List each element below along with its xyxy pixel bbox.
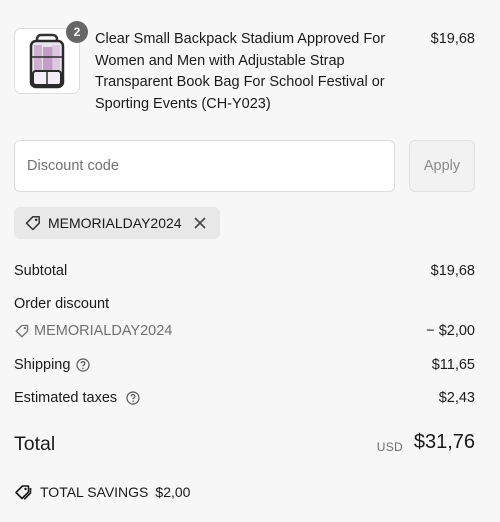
subtotal-label: Subtotal [14,263,68,279]
taxes-label: Estimated taxes [14,390,118,406]
total-savings: TOTAL SAVINGS $2,00 [14,483,190,501]
subtotal-value: $19,68 [430,263,475,279]
savings-value: $2,00 [155,484,191,500]
help-icon[interactable] [76,358,91,372]
remove-discount-icon[interactable] [192,215,208,231]
applied-discount-code: MEMORIALDAY2024 [48,215,182,231]
discount-code-input[interactable] [14,140,395,192]
order-discount-value: − $2,00 [426,323,475,339]
order-discount-label: Order discount [14,296,110,312]
total-currency: USD [376,440,403,454]
savings-label: TOTAL SAVINGS [40,484,149,500]
total-value: $31,76 [413,431,475,453]
tags-icon [14,483,34,501]
product-price: $19,68 [430,31,475,47]
taxes-row-label: Estimated taxes [14,390,140,406]
applied-discount-chip: MEMORIALDAY2024 [14,207,220,239]
total-label: Total [14,433,56,455]
help-icon[interactable] [126,391,140,405]
product-name: Clear Small Backpack Stadium Approved Fo… [95,31,386,112]
taxes-value: $2,43 [438,390,475,406]
order-discount-code-row: MEMORIALDAY2024 [14,323,172,339]
tag-icon [14,323,30,339]
quantity-badge: 2 [66,21,88,43]
tag-icon [24,214,42,232]
shipping-row-label: Shipping [14,357,91,373]
apply-button[interactable]: Apply [409,140,475,192]
shipping-value: $11,65 [431,357,475,373]
order-discount-code: MEMORIALDAY2024 [34,323,173,339]
shipping-label: Shipping [14,357,71,373]
